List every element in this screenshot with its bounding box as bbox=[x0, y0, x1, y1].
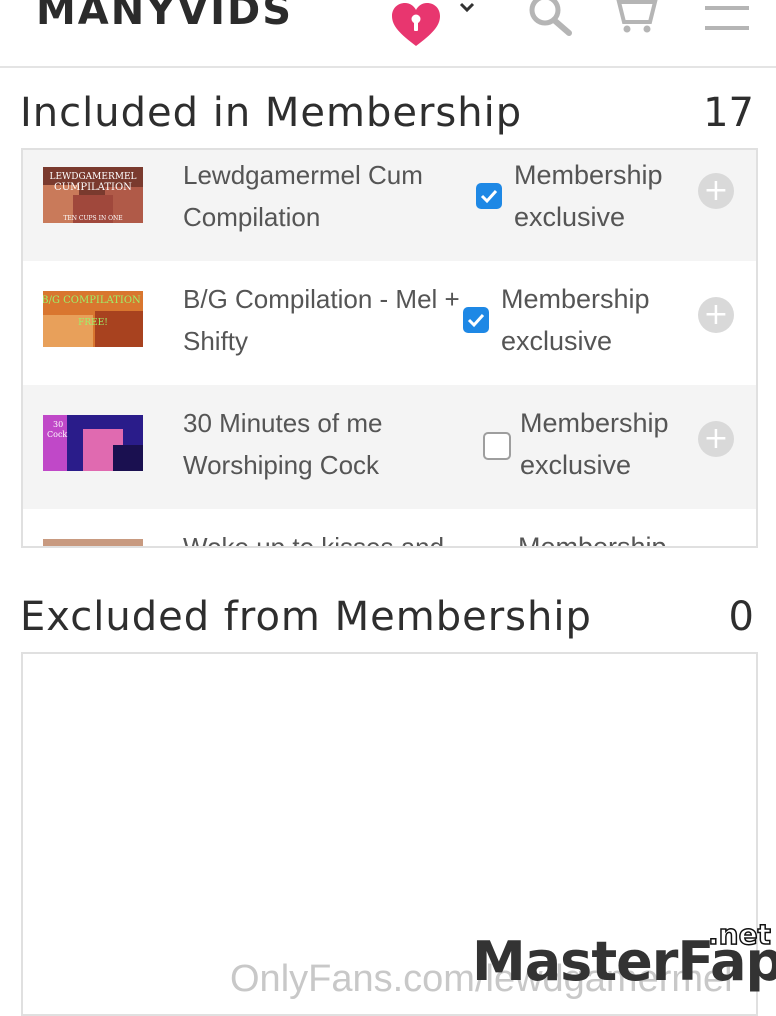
video-title[interactable]: 30 Minutes of me Worshiping Cock bbox=[183, 402, 468, 486]
cart-icon[interactable] bbox=[608, 0, 658, 34]
included-count: 17 bbox=[703, 90, 754, 136]
included-section-title: Included in Membership bbox=[20, 90, 523, 136]
membership-exclusive-label: Membership bbox=[518, 532, 667, 548]
thumb-caption: Cock bbox=[47, 430, 67, 439]
list-item[interactable]: 30 Cock 30 Minutes of me Worshiping Cock… bbox=[23, 385, 756, 509]
video-thumbnail[interactable]: LEWDGAMERMEL CUMPILATION TEN CUPS IN ONE bbox=[43, 167, 143, 223]
excluded-count: 0 bbox=[728, 594, 754, 640]
thumb-caption: 30 bbox=[53, 420, 63, 429]
chevron-down-icon[interactable] bbox=[458, 0, 476, 16]
list-item[interactable]: Woke up to kisses and Membership bbox=[23, 509, 756, 548]
thumb-caption: TEN CUPS IN ONE bbox=[63, 215, 122, 222]
membership-checkbox[interactable] bbox=[463, 307, 489, 333]
membership-exclusive-label: Membership exclusive bbox=[514, 160, 663, 232]
video-title[interactable]: Lewdgamermel Cum Compilation bbox=[183, 154, 468, 238]
membership-checkbox[interactable] bbox=[476, 183, 502, 209]
included-video-list[interactable]: LEWDGAMERMEL CUMPILATION TEN CUPS IN ONE… bbox=[21, 148, 758, 548]
list-item[interactable]: LEWDGAMERMEL CUMPILATION TEN CUPS IN ONE… bbox=[23, 150, 756, 261]
video-thumbnail[interactable] bbox=[43, 539, 143, 546]
list-item[interactable]: B/G COMPILATION FREE! B/G Compilation - … bbox=[23, 261, 756, 385]
add-icon[interactable]: + bbox=[698, 173, 734, 209]
membership-checkbox[interactable] bbox=[483, 432, 511, 460]
thumb-caption: FREE! bbox=[78, 318, 108, 328]
search-icon[interactable] bbox=[527, 0, 573, 36]
thumb-caption: CUMPILATION bbox=[54, 182, 132, 193]
menu-icon[interactable] bbox=[705, 6, 749, 32]
membership-exclusive-label: Membership exclusive bbox=[501, 284, 650, 356]
membership-exclusive-label: Membership exclusive bbox=[520, 408, 669, 480]
excluded-section-title: Excluded from Membership bbox=[20, 594, 592, 640]
masterfap-tld: .net bbox=[707, 917, 771, 952]
manyvids-logo[interactable]: MANYVIDS bbox=[36, 0, 293, 34]
video-title[interactable]: Woke up to kisses and bbox=[183, 526, 468, 546]
add-icon[interactable]: + bbox=[698, 421, 734, 457]
video-title[interactable]: B/G Compilation - Mel + Shifty bbox=[183, 278, 468, 362]
add-icon[interactable]: + bbox=[698, 297, 734, 333]
video-thumbnail[interactable]: 30 Cock bbox=[43, 415, 143, 471]
top-nav-bar: MANYVIDS bbox=[0, 0, 776, 68]
heart-lock-icon[interactable] bbox=[390, 2, 442, 48]
thumb-caption: LEWDGAMERMEL bbox=[49, 172, 136, 182]
thumb-caption: B/G COMPILATION bbox=[43, 295, 141, 306]
video-thumbnail[interactable]: B/G COMPILATION FREE! bbox=[43, 291, 143, 347]
